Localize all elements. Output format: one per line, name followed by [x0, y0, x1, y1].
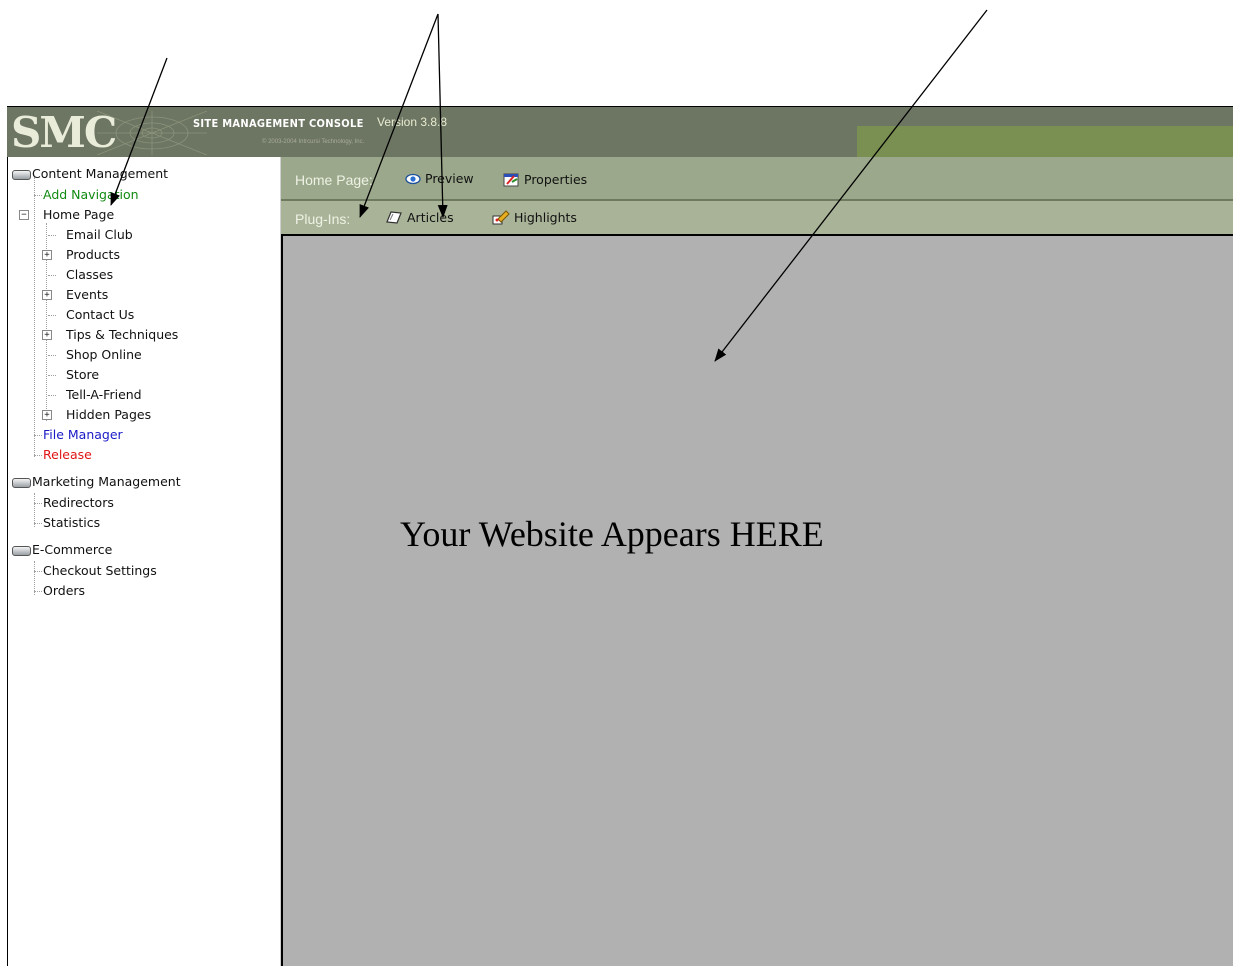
copyright-text: © 2003-2004 Intrcursi Technology, Inc.	[262, 139, 365, 145]
section-title: Content Management	[32, 166, 169, 181]
properties-button[interactable]: Properties	[503, 171, 587, 187]
tree-item-contact-us[interactable]: Contact Us	[66, 307, 134, 322]
highlighter-icon	[492, 210, 510, 225]
header-accent-bar	[857, 126, 1233, 157]
tree-guide	[34, 571, 42, 572]
sidebar-tree: Content Management Add Navigation − Home…	[7, 157, 281, 966]
properties-label: Properties	[524, 172, 588, 187]
tree-item-add-navigation[interactable]: Add Navigation	[43, 187, 139, 202]
website-placeholder-text: Your Website Appears HERE	[400, 514, 824, 554]
book-icon	[386, 211, 402, 224]
properties-icon	[503, 173, 519, 187]
tree-item-email-club[interactable]: Email Club	[66, 227, 133, 242]
tree-guide	[48, 395, 56, 396]
tree-guide	[34, 455, 42, 456]
tree-guide	[48, 315, 56, 316]
expand-plus-icon[interactable]: +	[42, 250, 52, 260]
tree-guide	[48, 355, 56, 356]
plugins-toolbar: Plug-Ins: Articles Highlights	[281, 201, 1233, 234]
drive-icon	[12, 477, 31, 488]
spider-web-graphic	[97, 111, 207, 155]
tree-item-release[interactable]: Release	[43, 447, 92, 462]
tree-guide	[48, 375, 56, 376]
tree-item-shop-online[interactable]: Shop Online	[66, 347, 142, 362]
app-header: SMC SITE MANAGEMENT CONSOLE Version 3.8.…	[7, 106, 1233, 157]
drive-icon	[12, 169, 31, 180]
tree-item-statistics[interactable]: Statistics	[43, 515, 100, 530]
articles-button[interactable]: Articles	[385, 210, 454, 225]
tree-item-store[interactable]: Store	[66, 367, 99, 382]
collapse-minus-icon[interactable]: −	[19, 210, 29, 220]
highlights-label: Highlights	[514, 210, 577, 225]
tree-guide	[34, 493, 35, 527]
section-e-commerce[interactable]: E-Commerce	[12, 542, 112, 557]
highlights-button[interactable]: Highlights	[492, 210, 577, 225]
tree-guide	[34, 561, 35, 595]
expand-plus-icon[interactable]: +	[42, 290, 52, 300]
website-preview-frame: Your Website Appears HERE	[281, 234, 1233, 966]
tree-item-products[interactable]: Products	[66, 247, 120, 262]
drive-icon	[12, 545, 31, 556]
console-title: SITE MANAGEMENT CONSOLE	[193, 117, 364, 130]
tree-guide	[34, 195, 42, 196]
tree-guide	[48, 275, 56, 276]
tree-guide	[48, 235, 56, 236]
tree-item-hidden-pages[interactable]: Hidden Pages	[66, 407, 151, 422]
eye-icon	[405, 173, 421, 185]
section-marketing-management[interactable]: Marketing Management	[12, 474, 181, 489]
home-page-label: Home Page:	[295, 172, 373, 188]
tree-item-home-page[interactable]: Home Page	[43, 207, 114, 222]
tree-item-tell-a-friend[interactable]: Tell-A-Friend	[66, 387, 142, 402]
tree-guide	[34, 435, 42, 436]
preview-button[interactable]: Preview	[405, 171, 474, 186]
tree-item-checkout-settings[interactable]: Checkout Settings	[43, 563, 157, 578]
tree-item-file-manager[interactable]: File Manager	[43, 427, 123, 442]
articles-label: Articles	[407, 210, 454, 225]
tree-guide	[34, 177, 35, 457]
section-content-management[interactable]: Content Management	[12, 166, 168, 181]
expand-plus-icon[interactable]: +	[42, 330, 52, 340]
tree-guide	[34, 591, 42, 592]
version-label: Version 3.8.8	[377, 115, 448, 129]
tree-guide	[34, 523, 42, 524]
tree-item-orders[interactable]: Orders	[43, 583, 85, 598]
tree-item-events[interactable]: Events	[66, 287, 108, 302]
section-title: Marketing Management	[32, 474, 181, 489]
expand-plus-icon[interactable]: +	[42, 410, 52, 420]
tree-guide	[34, 503, 42, 504]
preview-label: Preview	[425, 171, 474, 186]
tree-item-redirectors[interactable]: Redirectors	[43, 495, 114, 510]
tree-item-tips-techniques[interactable]: Tips & Techniques	[66, 327, 178, 342]
tree-item-classes[interactable]: Classes	[66, 267, 113, 282]
plugins-label: Plug-Ins:	[295, 211, 351, 227]
section-title: E-Commerce	[32, 542, 113, 557]
home-page-toolbar: Home Page: Preview Properties	[281, 157, 1233, 201]
